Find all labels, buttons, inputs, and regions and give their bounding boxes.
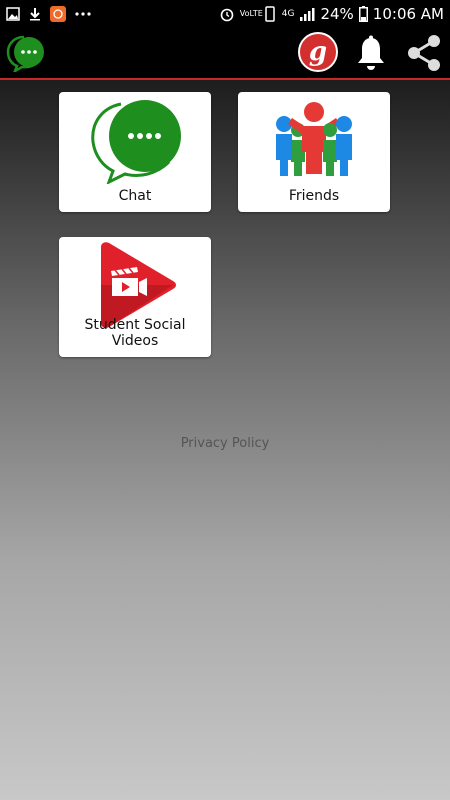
network-type-label: 4G xyxy=(281,9,295,19)
brand-logo-icon: g xyxy=(308,37,328,67)
signal-icon xyxy=(300,8,315,21)
app-bar: g xyxy=(0,28,450,80)
chat-logo-icon[interactable] xyxy=(6,34,46,72)
friends-label: Friends xyxy=(288,188,340,204)
alarm-icon xyxy=(220,8,234,22)
clock-time: 10:06 AM xyxy=(372,5,444,23)
privacy-policy-link[interactable]: Privacy Policy xyxy=(0,436,450,451)
network-label: VoLTE xyxy=(239,9,263,18)
chat-bubble-icon xyxy=(91,100,181,184)
status-bar: VoLTE 4G 24% 10:06 AM xyxy=(0,0,450,28)
chat-label: Chat xyxy=(118,188,152,204)
image-icon xyxy=(6,7,20,21)
battery-icon xyxy=(358,6,368,22)
chat-tile[interactable]: Chat xyxy=(59,92,211,212)
share-icon[interactable] xyxy=(405,33,443,73)
bell-icon[interactable] xyxy=(356,35,386,71)
more-dots-icon xyxy=(75,12,91,16)
video-play-icon xyxy=(101,242,176,328)
vibrate-icon xyxy=(265,6,275,22)
student-social-videos-tile[interactable]: Student Social Videos xyxy=(59,237,211,357)
download-icon xyxy=(30,8,40,21)
app-notification-icon xyxy=(50,6,66,22)
friends-tile[interactable]: Friends xyxy=(238,92,390,212)
battery-percent: 24% xyxy=(320,5,354,23)
student-social-videos-label: Student Social Videos xyxy=(84,317,186,349)
friends-group-icon xyxy=(276,102,352,176)
brand-logo-button[interactable]: g xyxy=(298,32,338,72)
